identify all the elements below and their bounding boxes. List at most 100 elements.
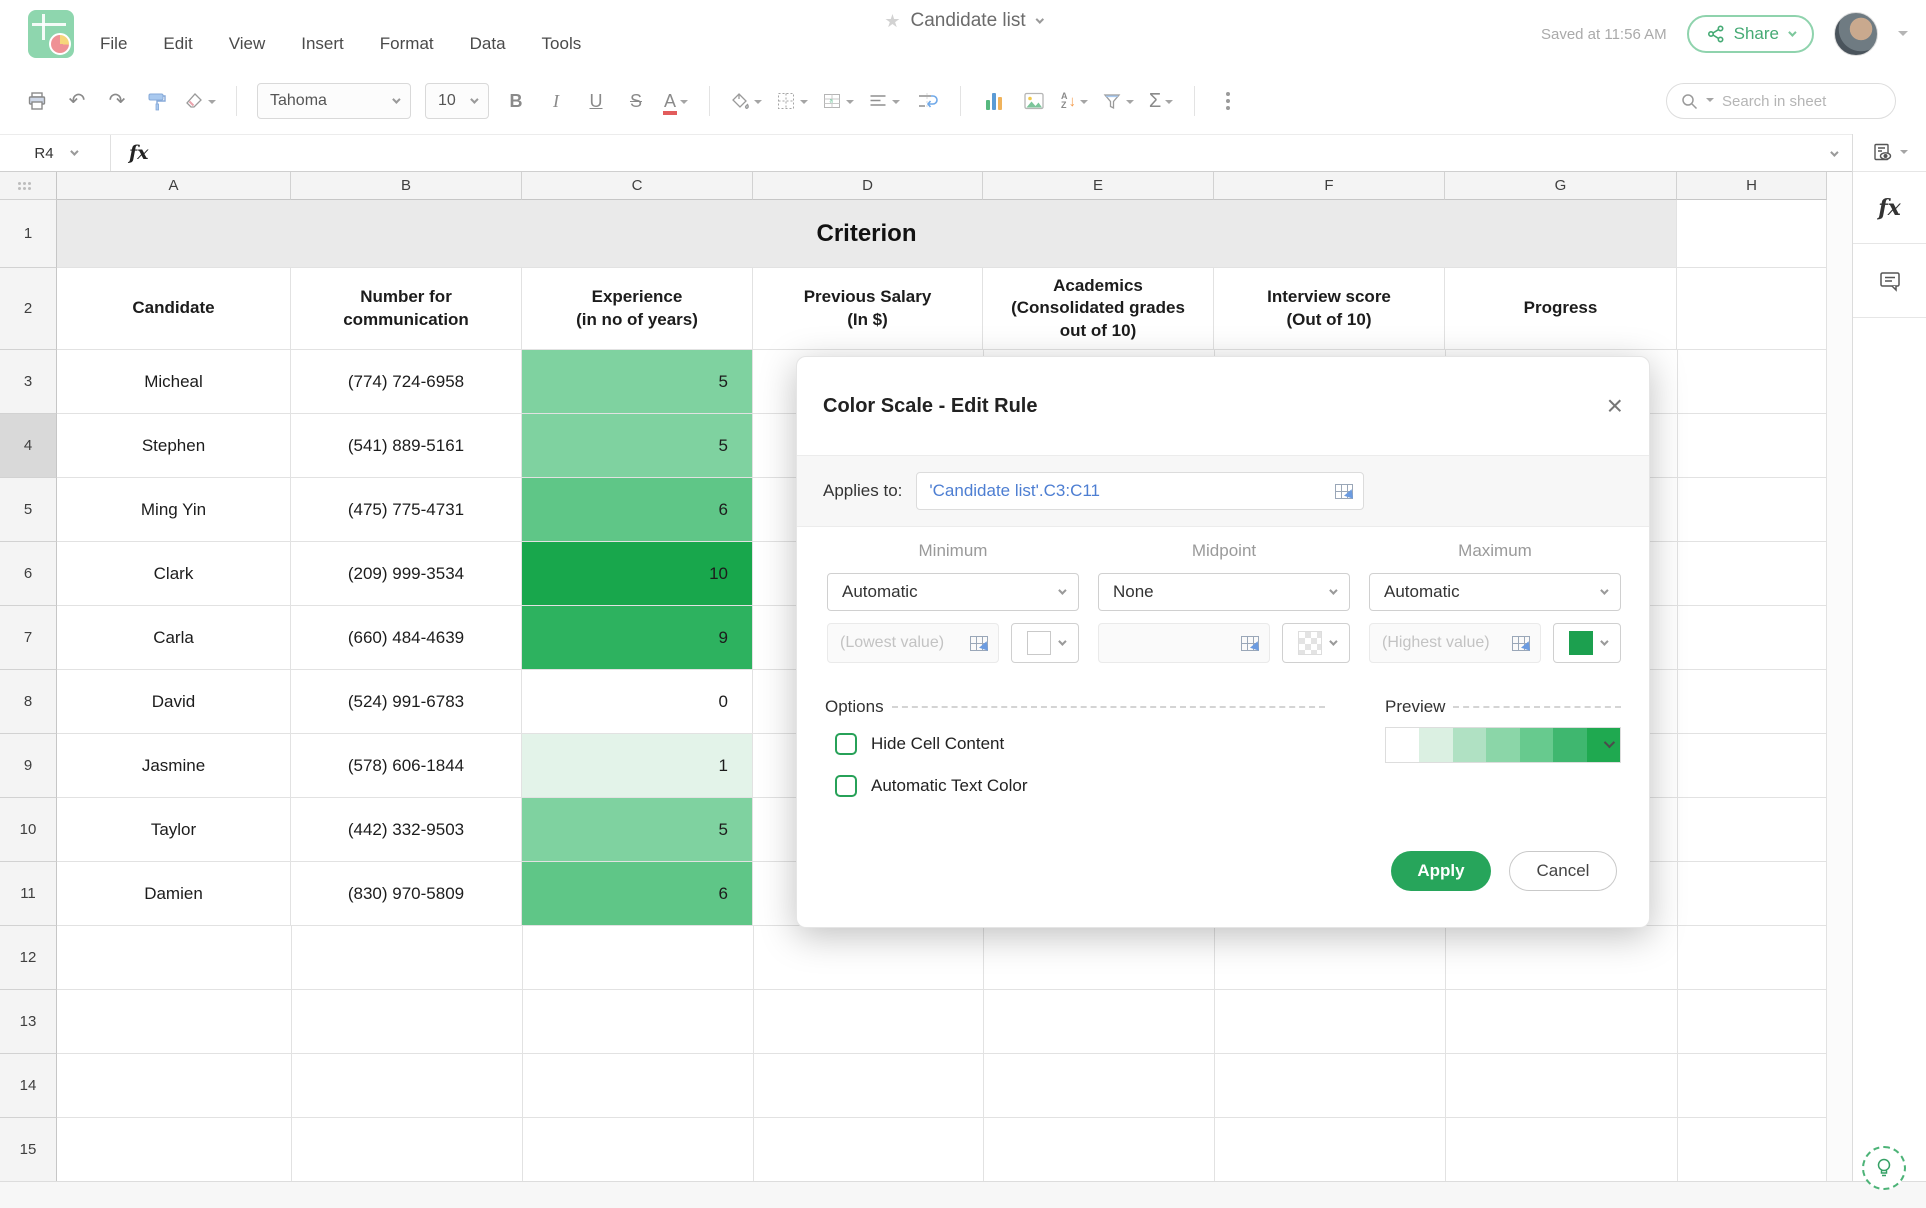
row-header-9[interactable]: 9 — [0, 734, 57, 798]
name-box[interactable]: R4 — [0, 145, 110, 162]
insert-function-button[interactable]: fx — [1853, 172, 1926, 244]
row-header-6[interactable]: 6 — [0, 542, 57, 606]
hide-cell-content-checkbox[interactable] — [835, 733, 857, 755]
menu-file[interactable]: File — [100, 34, 127, 54]
merge-cells-button[interactable]: a — [822, 84, 854, 118]
redo-button[interactable]: ↷ — [104, 84, 130, 118]
close-icon[interactable] — [1607, 392, 1623, 420]
cell-candidate-name[interactable]: David — [57, 670, 291, 734]
automatic-text-color-checkbox[interactable] — [835, 775, 857, 797]
font-family-select[interactable]: Tahoma — [257, 83, 411, 119]
column-header-d[interactable]: D — [753, 172, 983, 200]
cell-phone[interactable]: (830) 970-5809 — [291, 862, 522, 926]
maximum-value-input[interactable]: (Highest value) — [1369, 623, 1541, 663]
cell-experience[interactable]: 5 — [522, 798, 753, 862]
row-header-4[interactable]: 4 — [0, 414, 57, 478]
row-header-14[interactable]: 14 — [0, 1054, 57, 1118]
cell-candidate-name[interactable]: Clark — [57, 542, 291, 606]
cell-experience[interactable]: 9 — [522, 606, 753, 670]
row-header-15[interactable]: 15 — [0, 1118, 57, 1182]
row-header-8[interactable]: 8 — [0, 670, 57, 734]
cells-empty-range[interactable] — [57, 990, 1827, 1054]
document-title[interactable]: Candidate list — [911, 10, 1026, 32]
row-header-11[interactable]: 11 — [0, 862, 57, 926]
column-header-b[interactable]: B — [291, 172, 522, 200]
maximum-type-select[interactable]: Automatic — [1369, 573, 1621, 611]
range-picker-icon[interactable] — [1335, 483, 1354, 499]
menu-format[interactable]: Format — [380, 34, 434, 54]
cells-empty-range[interactable] — [57, 1054, 1827, 1118]
document-title-group[interactable]: Candidate list — [884, 10, 1045, 32]
search-input[interactable] — [1722, 92, 1872, 110]
menu-tools[interactable]: Tools — [542, 34, 582, 54]
column-header-f[interactable]: F — [1214, 172, 1445, 200]
row-header-7[interactable]: 7 — [0, 606, 57, 670]
column-header-c[interactable]: C — [522, 172, 753, 200]
cells-empty-range[interactable] — [57, 1118, 1827, 1182]
midpoint-type-select[interactable]: None — [1098, 573, 1350, 611]
title-chevron-icon[interactable] — [1035, 15, 1045, 24]
cell-experience[interactable]: 0 — [522, 670, 753, 734]
undo-button[interactable]: ↶ — [64, 84, 90, 118]
functions-button[interactable]: Σ — [1148, 84, 1174, 118]
cell-experience[interactable]: 6 — [522, 862, 753, 926]
column-header-e[interactable]: E — [983, 172, 1214, 200]
applies-to-input[interactable]: 'Candidate list'.C3:C11 — [916, 472, 1365, 510]
cell-header-interview[interactable]: Interview score (Out of 10) — [1214, 268, 1445, 350]
cell-experience[interactable]: 5 — [522, 350, 753, 414]
wrap-text-button[interactable] — [914, 84, 940, 118]
apply-button[interactable]: Apply — [1391, 851, 1491, 891]
cell-experience[interactable]: 10 — [522, 542, 753, 606]
borders-button[interactable] — [776, 84, 808, 118]
row-header-10[interactable]: 10 — [0, 798, 57, 862]
select-all-corner[interactable] — [0, 172, 57, 200]
comments-button[interactable] — [1853, 244, 1926, 318]
more-tools-button[interactable] — [1215, 84, 1241, 118]
cell-phone[interactable]: (774) 724-6958 — [291, 350, 522, 414]
underline-button[interactable]: U — [583, 84, 609, 118]
menu-view[interactable]: View — [229, 34, 266, 54]
filter-button[interactable] — [1102, 84, 1134, 118]
cell-header-salary[interactable]: Previous Salary (In $) — [753, 268, 983, 350]
cell-phone[interactable]: (541) 889-5161 — [291, 414, 522, 478]
cell-candidate-name[interactable]: Jasmine — [57, 734, 291, 798]
sort-button[interactable]: AZ ↓ — [1061, 84, 1088, 118]
insert-chart-button[interactable] — [981, 84, 1007, 118]
cell-candidate-name[interactable]: Ming Yin — [57, 478, 291, 542]
row-header-1[interactable]: 1 — [0, 200, 57, 268]
row-header-13[interactable]: 13 — [0, 990, 57, 1054]
align-button[interactable] — [868, 84, 900, 118]
sheet-view-button[interactable] — [1853, 134, 1926, 172]
cell-experience[interactable]: 5 — [522, 414, 753, 478]
column-header-h[interactable]: H — [1677, 172, 1827, 200]
cell-header-academics[interactable]: Academics (Consolidated grades out of 10… — [983, 268, 1214, 350]
cell-phone[interactable]: (209) 999-3534 — [291, 542, 522, 606]
cell-header-progress[interactable]: Progress — [1445, 268, 1677, 350]
scrollbar-gutter[interactable] — [1827, 172, 1852, 1181]
cell-header-candidate[interactable]: Candidate — [57, 268, 291, 350]
cell-phone[interactable]: (660) 484-4639 — [291, 606, 522, 670]
italic-button[interactable]: I — [543, 84, 569, 118]
sheet-search[interactable] — [1666, 83, 1896, 119]
cell-phone[interactable]: (578) 606-1844 — [291, 734, 522, 798]
print-button[interactable] — [24, 84, 50, 118]
cell-empty[interactable] — [1677, 200, 1827, 268]
font-color-button[interactable]: A — [662, 84, 689, 118]
font-size-select[interactable]: 10 — [425, 83, 489, 119]
midpoint-value-input[interactable] — [1098, 623, 1270, 663]
avatar-chevron-icon[interactable] — [1898, 31, 1908, 41]
insert-image-button[interactable] — [1021, 84, 1047, 118]
column-header-a[interactable]: A — [57, 172, 291, 200]
cancel-button[interactable]: Cancel — [1509, 851, 1617, 891]
cell-header-number[interactable]: Number for communication — [291, 268, 522, 350]
fill-color-button[interactable] — [730, 84, 762, 118]
cell-empty[interactable] — [1677, 268, 1827, 350]
user-avatar[interactable] — [1834, 12, 1878, 56]
column-header-g[interactable]: G — [1445, 172, 1677, 200]
row-header-2[interactable]: 2 — [0, 268, 57, 350]
minimum-color-picker[interactable] — [1011, 623, 1079, 663]
format-painter-button[interactable] — [144, 84, 170, 118]
row-header-5[interactable]: 5 — [0, 478, 57, 542]
cell-experience[interactable]: 6 — [522, 478, 753, 542]
share-button[interactable]: Share — [1686, 15, 1814, 53]
